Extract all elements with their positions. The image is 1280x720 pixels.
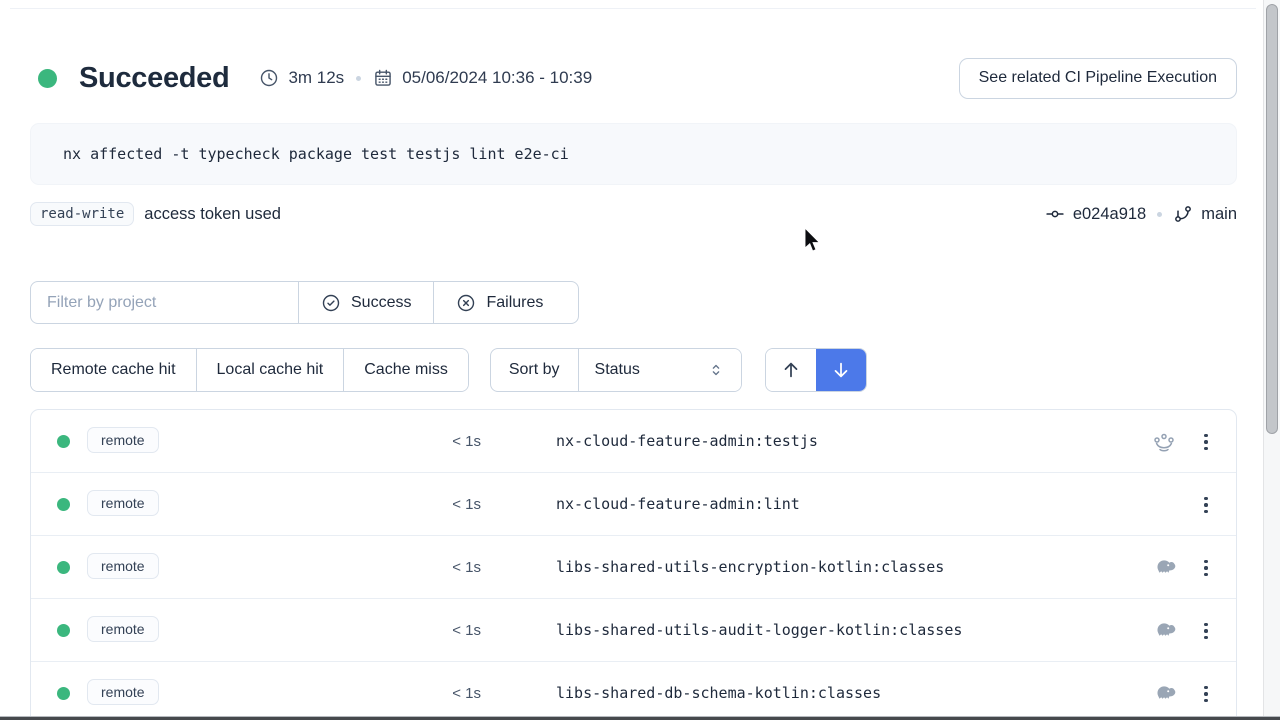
cache-source-badge: remote xyxy=(87,427,159,453)
filter-success-button[interactable]: Success xyxy=(298,282,433,323)
filter-by-project-input[interactable] xyxy=(31,282,298,323)
vcs-meta: e024a918 main xyxy=(1045,204,1237,224)
branch-name[interactable]: main xyxy=(1201,205,1237,224)
cache-filter-group: Remote cache hit Local cache hit Cache m… xyxy=(30,348,469,392)
vertical-scrollbar[interactable] xyxy=(1263,0,1280,720)
row-menu-button[interactable] xyxy=(1190,678,1222,710)
toolbar: Remote cache hit Local cache hit Cache m… xyxy=(30,348,1237,392)
jest-icon xyxy=(1152,432,1176,453)
task-row[interactable]: remote < 1s nx-cloud-feature-admin:testj… xyxy=(31,410,1236,473)
tech-icon-slot xyxy=(1150,682,1178,706)
tech-icon-slot xyxy=(1150,556,1178,580)
window-bottom-edge xyxy=(0,716,1280,720)
tech-icon-slot xyxy=(1150,493,1178,517)
task-duration: < 1s xyxy=(399,496,481,513)
task-duration: < 1s xyxy=(399,559,481,576)
filter-row: Success Failures xyxy=(30,281,579,324)
task-name[interactable]: nx-cloud-feature-admin:lint xyxy=(556,495,800,513)
run-status-dot xyxy=(38,69,57,88)
remote-cache-hit-button[interactable]: Remote cache hit xyxy=(31,349,196,391)
cache-source-badge: remote xyxy=(87,616,159,642)
task-success-dot xyxy=(57,498,70,511)
task-duration: < 1s xyxy=(399,433,481,450)
scrollbar-thumb[interactable] xyxy=(1266,4,1278,434)
arrow-down-icon xyxy=(830,359,852,381)
task-row[interactable]: remote < 1s libs-shared-db-schema-kotlin… xyxy=(31,662,1236,720)
access-token-text: access token used xyxy=(144,205,281,224)
separator-dot xyxy=(1157,212,1162,217)
run-status-title: Succeeded xyxy=(79,62,229,95)
tech-icon-slot xyxy=(1150,430,1178,454)
gradle-icon xyxy=(1152,685,1177,703)
filter-group: Success Failures xyxy=(30,281,579,324)
git-branch-icon xyxy=(1173,204,1193,224)
row-menu-button[interactable] xyxy=(1190,489,1222,521)
sort-ascending-button[interactable] xyxy=(766,349,816,391)
task-row[interactable]: remote < 1s nx-cloud-feature-admin:lint xyxy=(31,473,1236,536)
cache-miss-button[interactable]: Cache miss xyxy=(343,349,468,391)
see-related-ci-pipeline-button[interactable]: See related CI Pipeline Execution xyxy=(959,58,1237,99)
cache-source-badge: remote xyxy=(87,553,159,579)
chevron-up-down-icon xyxy=(707,361,725,379)
x-circle-icon xyxy=(456,293,476,313)
commit-icon xyxy=(1045,204,1065,224)
commit-sha[interactable]: e024a918 xyxy=(1073,205,1146,224)
access-token-badge: read-write xyxy=(30,202,134,226)
gradle-icon xyxy=(1152,559,1177,577)
sort-by-label: Sort by xyxy=(491,349,579,391)
task-duration: < 1s xyxy=(399,685,481,702)
run-duration: 3m 12s xyxy=(288,68,344,88)
filter-success-label: Success xyxy=(351,294,411,312)
cache-source-badge: remote xyxy=(87,679,159,705)
pipeline-execution-page: Succeeded 3m 12s 05/06/2024 10:36 - 10:3… xyxy=(30,0,1237,720)
task-name[interactable]: libs-shared-utils-encryption-kotlin:clas… xyxy=(556,558,944,576)
task-name[interactable]: nx-cloud-feature-admin:testjs xyxy=(556,432,818,450)
task-row[interactable]: remote < 1s libs-shared-utils-encryption… xyxy=(31,536,1236,599)
calendar-icon xyxy=(373,68,393,88)
filter-failures-label: Failures xyxy=(486,294,543,312)
task-success-dot xyxy=(57,687,70,700)
task-success-dot xyxy=(57,561,70,574)
cache-source-badge: remote xyxy=(87,490,159,516)
run-meta: 3m 12s 05/06/2024 10:36 - 10:39 xyxy=(259,68,592,88)
sort-select[interactable]: Status xyxy=(579,349,741,391)
task-name[interactable]: libs-shared-utils-audit-logger-kotlin:cl… xyxy=(556,621,962,639)
task-name[interactable]: libs-shared-db-schema-kotlin:classes xyxy=(556,684,881,702)
task-success-dot xyxy=(57,435,70,448)
task-success-dot xyxy=(57,624,70,637)
filter-failures-button[interactable]: Failures xyxy=(433,282,565,323)
sort-direction-group xyxy=(765,348,867,392)
row-menu-button[interactable] xyxy=(1190,552,1222,584)
check-circle-icon xyxy=(321,293,341,313)
gradle-icon xyxy=(1152,622,1177,640)
run-command-block: nx affected -t typecheck package test te… xyxy=(30,123,1237,185)
sort-selected-value: Status xyxy=(595,361,699,379)
separator-dot xyxy=(356,76,361,81)
sort-group: Sort by Status xyxy=(490,348,742,392)
local-cache-hit-button[interactable]: Local cache hit xyxy=(196,349,344,391)
run-date-range: 05/06/2024 10:36 - 10:39 xyxy=(402,68,592,88)
clock-icon xyxy=(259,68,279,88)
token-row: read-write access token used e024a918 ma… xyxy=(30,199,1237,229)
arrow-up-icon xyxy=(780,359,802,381)
task-list: remote < 1s nx-cloud-feature-admin:testj… xyxy=(30,409,1237,720)
tech-icon-slot xyxy=(1150,619,1178,643)
row-menu-button[interactable] xyxy=(1190,615,1222,647)
task-duration: < 1s xyxy=(399,622,481,639)
sort-descending-button[interactable] xyxy=(816,349,866,391)
run-header: Succeeded 3m 12s 05/06/2024 10:36 - 10:3… xyxy=(30,57,1237,99)
row-menu-button[interactable] xyxy=(1190,426,1222,458)
run-command: nx affected -t typecheck package test te… xyxy=(63,145,569,163)
task-row[interactable]: remote < 1s libs-shared-utils-audit-logg… xyxy=(31,599,1236,662)
